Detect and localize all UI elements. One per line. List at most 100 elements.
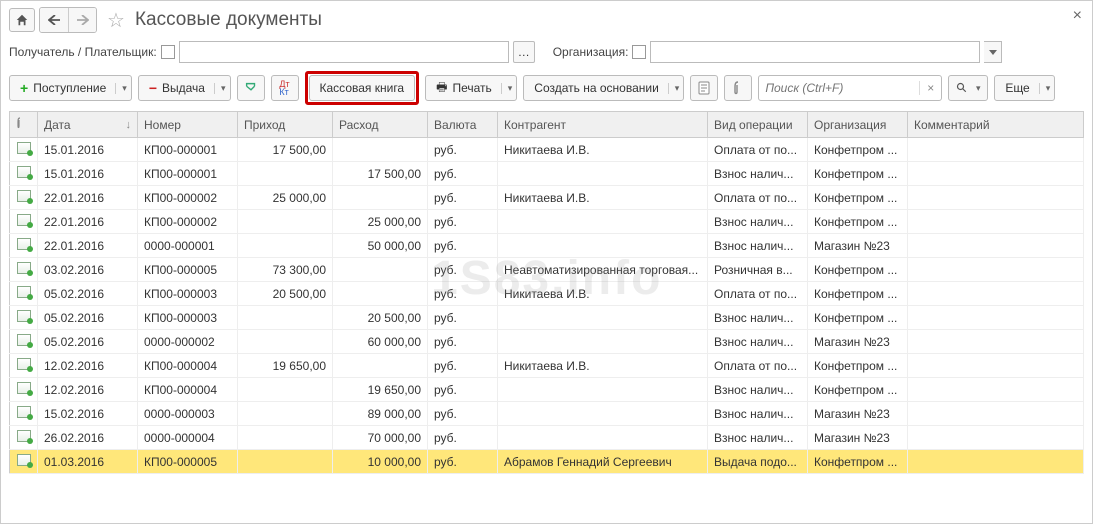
table-row[interactable]: 05.02.2016КП00-00000320 500,00руб.Никита…: [10, 282, 1084, 306]
cell-expense: 20 500,00: [333, 306, 428, 330]
cell-date: 22.01.2016: [38, 186, 138, 210]
cell-date: 22.01.2016: [38, 234, 138, 258]
cell-contractor: [498, 234, 708, 258]
cell-expense: 25 000,00: [333, 210, 428, 234]
table-row[interactable]: 26.02.20160000-00000470 000,00руб.Взнос …: [10, 426, 1084, 450]
cashbook-highlight: Кассовая книга: [305, 71, 420, 105]
issue-button[interactable]: − Выдача ▾: [138, 75, 231, 101]
cell-comment: [908, 282, 1084, 306]
cell-expense: [333, 354, 428, 378]
plus-icon: +: [20, 80, 28, 96]
table-row[interactable]: 01.03.2016КП00-00000510 000,00руб.Абрамо…: [10, 450, 1084, 474]
col-comment[interactable]: Комментарий: [908, 112, 1084, 138]
close-button[interactable]: ×: [1073, 7, 1082, 25]
col-org[interactable]: Организация: [808, 112, 908, 138]
doc-button-1[interactable]: [690, 75, 718, 101]
cell-org: Конфетпром ...: [808, 282, 908, 306]
cell-comment: [908, 354, 1084, 378]
chevron-down-icon: ▾: [973, 83, 981, 94]
row-status-icon: [10, 306, 38, 330]
cell-number: 0000-000001: [138, 234, 238, 258]
cell-optype: Взнос налич...: [708, 162, 808, 186]
cell-number: 0000-000002: [138, 330, 238, 354]
cell-comment: [908, 330, 1084, 354]
create-based-button[interactable]: Создать на основании ▾: [523, 75, 684, 101]
cell-expense: 50 000,00: [333, 234, 428, 258]
refresh-button[interactable]: [237, 75, 265, 101]
cell-contractor: Никитаева И.В.: [498, 354, 708, 378]
cell-comment: [908, 258, 1084, 282]
search-input[interactable]: [759, 81, 919, 95]
filter-row: Получатель / Плательщик: … Организация:: [9, 41, 1084, 63]
cell-number: КП00-000004: [138, 354, 238, 378]
cell-optype: Взнос налич...: [708, 426, 808, 450]
table-row[interactable]: 22.01.2016КП00-00000225 000,00руб.Взнос …: [10, 210, 1084, 234]
cell-expense: 10 000,00: [333, 450, 428, 474]
row-status-icon: [10, 330, 38, 354]
table-row[interactable]: 22.01.20160000-00000150 000,00руб.Взнос …: [10, 234, 1084, 258]
forward-button[interactable]: [68, 8, 96, 32]
col-currency[interactable]: Валюта: [428, 112, 498, 138]
cell-currency: руб.: [428, 234, 498, 258]
table-row[interactable]: 15.01.2016КП00-00000117 500,00руб.Взнос …: [10, 162, 1084, 186]
table-row[interactable]: 15.02.20160000-00000389 000,00руб.Взнос …: [10, 402, 1084, 426]
col-income[interactable]: Приход: [238, 112, 333, 138]
table-row[interactable]: 12.02.2016КП00-00000419 650,00руб.Взнос …: [10, 378, 1084, 402]
col-optype[interactable]: Вид операции: [708, 112, 808, 138]
cell-contractor: [498, 402, 708, 426]
cell-currency: руб.: [428, 186, 498, 210]
recipient-input[interactable]: [179, 41, 509, 63]
cell-contractor: [498, 210, 708, 234]
recipient-checkbox[interactable]: [161, 45, 175, 59]
table-row[interactable]: 03.02.2016КП00-00000573 300,00руб.Неавто…: [10, 258, 1084, 282]
org-input[interactable]: [650, 41, 980, 63]
org-dropdown-button[interactable]: [984, 41, 1002, 63]
col-attach[interactable]: [10, 112, 38, 138]
table-row[interactable]: 15.01.2016КП00-00000117 500,00руб.Никита…: [10, 138, 1084, 162]
search-clear-button[interactable]: ×: [919, 81, 941, 95]
back-button[interactable]: [40, 8, 68, 32]
cell-comment: [908, 306, 1084, 330]
cell-number: КП00-000003: [138, 306, 238, 330]
cell-number: КП00-000003: [138, 282, 238, 306]
row-status-icon: [10, 162, 38, 186]
cashbook-button[interactable]: Кассовая книга: [309, 75, 416, 101]
cell-date: 12.02.2016: [38, 354, 138, 378]
cell-optype: Оплата от по...: [708, 186, 808, 210]
page-title: Кассовые документы: [135, 9, 322, 31]
table-row[interactable]: 05.02.20160000-00000260 000,00руб.Взнос …: [10, 330, 1084, 354]
cell-contractor: [498, 306, 708, 330]
cell-income: 19 650,00: [238, 354, 333, 378]
cell-comment: [908, 138, 1084, 162]
chevron-down-icon: ▾: [668, 83, 680, 94]
row-status-icon: [10, 378, 38, 402]
print-button[interactable]: Печать ▾: [425, 75, 517, 101]
cell-currency: руб.: [428, 306, 498, 330]
find-button[interactable]: ▾: [948, 75, 988, 101]
receipt-button[interactable]: + Поступление ▾: [9, 75, 132, 101]
more-button[interactable]: Еще ▾: [994, 75, 1055, 101]
cell-income: [238, 378, 333, 402]
cell-income: 17 500,00: [238, 138, 333, 162]
attach-button[interactable]: [724, 75, 752, 101]
cell-currency: руб.: [428, 402, 498, 426]
org-checkbox[interactable]: [632, 45, 646, 59]
favorite-star-icon[interactable]: ☆: [107, 8, 125, 33]
home-button[interactable]: [9, 8, 35, 32]
col-expense[interactable]: Расход: [333, 112, 428, 138]
col-date[interactable]: Дата ↓: [38, 112, 138, 138]
table-row[interactable]: 22.01.2016КП00-00000225 000,00руб.Никита…: [10, 186, 1084, 210]
cell-income: [238, 450, 333, 474]
cell-contractor: Абрамов Геннадий Сергеевич: [498, 450, 708, 474]
dt-kt-button[interactable]: ДтКт: [271, 75, 299, 101]
cell-currency: руб.: [428, 210, 498, 234]
recipient-picker-button[interactable]: …: [513, 41, 535, 63]
col-contractor[interactable]: Контрагент: [498, 112, 708, 138]
cell-date: 03.02.2016: [38, 258, 138, 282]
table-row[interactable]: 12.02.2016КП00-00000419 650,00руб.Никита…: [10, 354, 1084, 378]
cell-optype: Выдача подо...: [708, 450, 808, 474]
cell-date: 05.02.2016: [38, 282, 138, 306]
cell-contractor: [498, 426, 708, 450]
table-row[interactable]: 05.02.2016КП00-00000320 500,00руб.Взнос …: [10, 306, 1084, 330]
col-number[interactable]: Номер: [138, 112, 238, 138]
